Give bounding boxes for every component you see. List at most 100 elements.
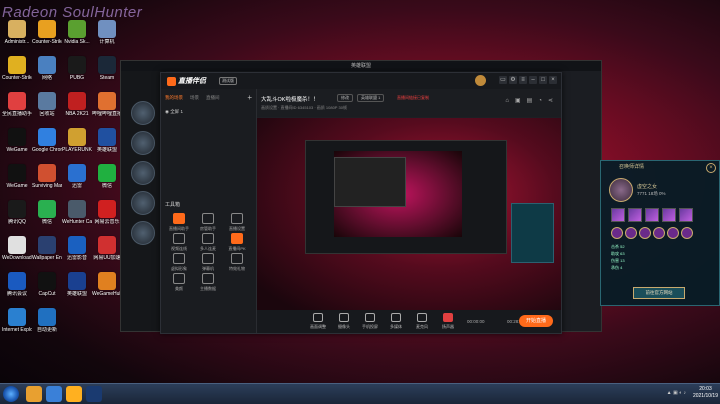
tool-button[interactable]: 多人连麦 <box>194 233 222 252</box>
desktop-icon[interactable]: 迅雷 <box>62 164 92 189</box>
bottom-tool-icon <box>365 313 375 322</box>
desktop-icon[interactable]: WeHunter Call of... <box>62 200 92 225</box>
stream-preview[interactable] <box>257 118 561 310</box>
desktop-icon[interactable]: NBA 2K21 <box>62 92 92 117</box>
league-icon[interactable] <box>86 386 102 402</box>
bottom-tool-button[interactable]: 摄像头 <box>333 313 355 330</box>
desktop-icon[interactable]: 全民直播助手 <box>2 92 32 117</box>
desktop-icon-label: Google Chrome <box>32 147 62 153</box>
bottom-tool-button[interactable]: 麦克风 <box>411 313 433 330</box>
desktop-icon[interactable]: 回收站 <box>32 92 62 117</box>
tool-button[interactable]: 房管助手 <box>194 213 222 232</box>
room-title[interactable]: 大乱斗OK啦极魔杀！！ <box>261 95 318 103</box>
champion-avatar[interactable] <box>131 101 155 125</box>
user-avatar[interactable] <box>475 75 486 86</box>
bottom-tool-label: 画面调整 <box>310 324 326 329</box>
desktop-icon[interactable]: Counter-Strike GO <box>2 56 32 81</box>
desktop-icon[interactable]: Google Chrome <box>32 128 62 153</box>
desktop-icon[interactable]: PLAYERUNKNOWN'S BATTLEGROUNDS <box>62 128 92 153</box>
champion-avatar[interactable] <box>131 221 155 245</box>
stream-app-icon[interactable] <box>66 386 82 402</box>
champion-avatar[interactable] <box>131 191 155 215</box>
menu-icon[interactable]: ≡ <box>519 76 527 84</box>
tool-button[interactable]: 虚拟形象 <box>165 253 193 272</box>
bottom-tool-button[interactable]: 多媒体 <box>385 313 407 330</box>
desktop-icon-label: 自动更新 <box>36 327 57 333</box>
tool-button[interactable]: 视频连线 <box>165 233 193 252</box>
tool-button[interactable]: 特效礼物 <box>223 253 251 272</box>
explorer-icon[interactable] <box>26 386 42 402</box>
bottom-tool-button[interactable]: 手机投屏 <box>359 313 381 330</box>
close-icon[interactable]: × <box>549 76 557 84</box>
desktop-icon[interactable]: Wallpaper Engine <box>32 236 62 261</box>
desktop-icon[interactable]: 网易云音乐 <box>92 200 122 225</box>
tool-button[interactable]: 弹幕机 <box>194 253 222 272</box>
desktop-icon[interactable]: WeGame <box>2 164 32 189</box>
desktop-icon[interactable]: 英雄联盟 <box>92 128 122 153</box>
desktop-icon[interactable]: 自动更新 <box>32 308 62 333</box>
gift-icon[interactable]: ⌂ <box>505 98 509 104</box>
maximize-icon[interactable]: □ <box>539 76 547 84</box>
desktop-icon[interactable]: 英雄联盟 <box>62 272 92 297</box>
desktop-icon[interactable]: Surviving Mars <box>32 164 62 189</box>
category-button[interactable]: 英雄联盟 1 <box>357 94 385 102</box>
official-site-button[interactable]: 前往官方网站 <box>633 287 685 299</box>
tool-button[interactable]: 美颜 <box>165 273 193 292</box>
tool-button[interactable]: 直播间PK <box>223 233 251 252</box>
champion-portrait <box>609 178 633 202</box>
system-tray-icons[interactable]: ▲ ▣ ◐ ♪ <box>667 390 686 396</box>
desktop-icon[interactable]: WeDownload... <box>2 236 32 261</box>
app-icon <box>68 128 86 146</box>
desktop-icon[interactable]: 腾讯会议 <box>2 272 32 297</box>
desktop-icon[interactable]: 计算机 <box>92 20 122 45</box>
tab-my-scenes[interactable]: 我的场景 <box>165 95 183 100</box>
champion-avatar[interactable] <box>131 161 155 185</box>
settings-icon[interactable]: ⚙ <box>509 76 517 84</box>
start-live-button[interactable]: 开始直播 <box>519 315 553 327</box>
tool-button[interactable]: 直播设置 <box>223 213 251 232</box>
desktop-icon[interactable]: 微信 <box>32 200 62 225</box>
desktop-icon[interactable]: PUBG <box>62 56 92 81</box>
chrome-icon[interactable] <box>46 386 62 402</box>
close-icon[interactable]: × <box>706 163 716 173</box>
tab-scenes[interactable]: 场景 <box>190 95 199 100</box>
bell-icon[interactable]: ◔ <box>538 98 542 104</box>
desktop-icons-area: Administr... Counter-Strike Nvidia Sk... 计算… <box>0 0 122 384</box>
add-source-button[interactable]: + <box>247 93 252 102</box>
chart-icon[interactable]: ▤ <box>527 97 533 104</box>
desktop-icon[interactable]: 网易UU加速 <box>92 236 122 261</box>
desktop-icon[interactable]: WeGame <box>2 128 32 153</box>
tool-label: 直播设置 <box>229 226 245 231</box>
desktop-icon[interactable]: Nvidia Sk... <box>62 20 92 45</box>
desktop-icon[interactable]: 腾讯QQ <box>2 200 32 225</box>
champion-avatar[interactable] <box>131 131 155 155</box>
app-icon <box>68 200 86 218</box>
desktop-icon[interactable]: Steam <box>92 56 122 81</box>
desktop-icon[interactable]: Counter-Strike <box>32 20 62 45</box>
tool-button[interactable]: 直播间助手 <box>165 213 193 232</box>
streaming-app-window[interactable]: 直播伴侣 测试版 ▭ ⚙ ≡ – □ × 我的场景 场景 直播间 + ◉ 全屏 1 工具箱 直… <box>160 72 562 334</box>
lock-icon[interactable]: ▣ <box>515 97 521 104</box>
app-icon <box>68 164 86 182</box>
desktop-icon[interactable]: 微信 <box>92 164 122 189</box>
desktop-icon[interactable]: Internet Explorer <box>2 308 32 333</box>
bottom-tool-button[interactable]: 扬声器 <box>437 313 459 330</box>
desktop-icon[interactable]: 哔哩哔哩直播 <box>92 92 122 117</box>
source-item[interactable]: ◉ 全屏 1 <box>165 109 183 115</box>
skin-icon[interactable]: ▭ <box>499 76 507 84</box>
tool-button[interactable]: 主播数据 <box>194 273 222 292</box>
share-icon[interactable]: ⋖ <box>548 97 553 104</box>
clock[interactable]: 20:03 2021/10/19 <box>693 386 718 400</box>
tab-room[interactable]: 直播间 <box>206 95 220 100</box>
start-button[interactable] <box>3 386 19 402</box>
desktop-icon[interactable]: Administr... <box>2 20 32 45</box>
bottom-tool-button[interactable]: 画面调整 <box>307 313 329 330</box>
stats-list: 击杀 52 助攻 63 伤害 13 承伤 4 <box>611 243 625 271</box>
desktop-icon[interactable]: CapCut <box>32 272 62 297</box>
edit-title-button[interactable]: 修改 <box>337 94 353 102</box>
desktop-icon[interactable]: 迅雷影音 <box>62 236 92 261</box>
room-header: 大乱斗OK啦极魔杀！！ 修改 英雄联盟 1 直播间链接已复制 画质设置 · 直播… <box>257 89 561 117</box>
desktop-icon[interactable]: WeGameHub <box>92 272 122 297</box>
desktop-icon[interactable]: 网络 <box>32 56 62 81</box>
minimize-icon[interactable]: – <box>529 76 537 84</box>
